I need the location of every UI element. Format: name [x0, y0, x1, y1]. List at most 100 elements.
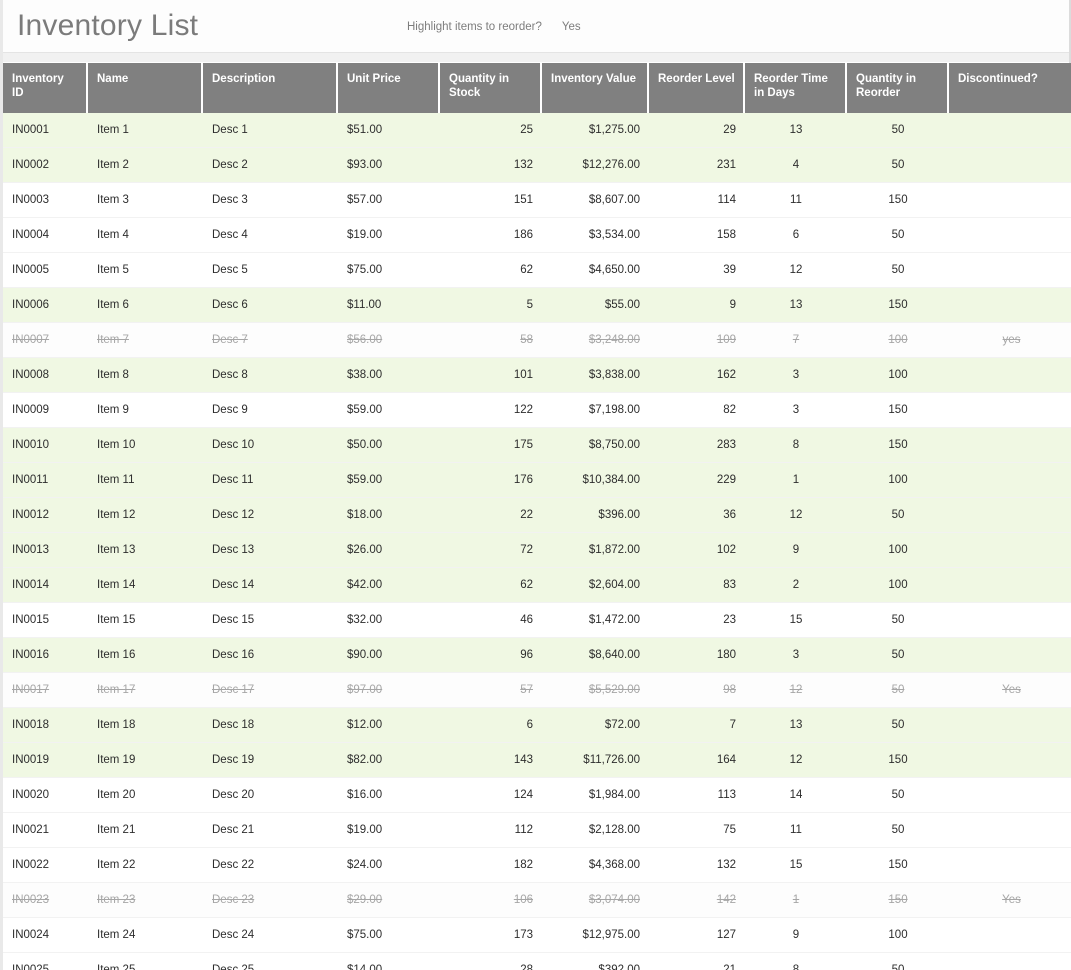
- table-row[interactable]: IN0004Item 4Desc 4$19.00186$3,534.001586…: [3, 218, 1071, 253]
- cell-discontinued: [949, 218, 1071, 253]
- column-header-reorder-time-in-days[interactable]: Reorder Time in Days: [745, 63, 847, 113]
- cell-unit-price: $50.00: [338, 428, 440, 463]
- table-row[interactable]: IN0014Item 14Desc 14$42.0062$2,604.00832…: [3, 568, 1071, 603]
- table-row[interactable]: IN0010Item 10Desc 10$50.00175$8,750.0028…: [3, 428, 1071, 463]
- cell-quantity-in-stock: 96: [440, 638, 542, 673]
- highlight-reorder-control[interactable]: Highlight items to reorder? Yes: [407, 21, 581, 33]
- cell-inventory-id: IN0022: [3, 848, 88, 883]
- cell-inventory-id: IN0013: [3, 533, 88, 568]
- table-row[interactable]: IN0015Item 15Desc 15$32.0046$1,472.00231…: [3, 603, 1071, 638]
- cell-discontinued: [949, 288, 1071, 323]
- cell-discontinued: [949, 498, 1071, 533]
- cell-quantity-in-stock: 112: [440, 813, 542, 848]
- cell-quantity-in-stock: 176: [440, 463, 542, 498]
- cell-name: Item 25: [88, 953, 203, 970]
- cell-inventory-value: $3,838.00: [542, 358, 649, 393]
- table-row[interactable]: IN0006Item 6Desc 6$11.005$55.00913150: [3, 288, 1071, 323]
- table-row[interactable]: IN0003Item 3Desc 3$57.00151$8,607.001141…: [3, 183, 1071, 218]
- cell-unit-price: $42.00: [338, 568, 440, 603]
- cell-description: Desc 5: [203, 253, 338, 288]
- cell-inventory-value: $1,472.00: [542, 603, 649, 638]
- cell-discontinued: Yes: [949, 673, 1071, 708]
- table-row[interactable]: IN0020Item 20Desc 20$16.00124$1,984.0011…: [3, 778, 1071, 813]
- cell-reorder-level: 29: [649, 113, 745, 148]
- cell-description: Desc 9: [203, 393, 338, 428]
- cell-reorder-time-in-days: 13: [745, 708, 847, 743]
- cell-unit-price: $32.00: [338, 603, 440, 638]
- table-row[interactable]: IN0012Item 12Desc 12$18.0022$396.0036125…: [3, 498, 1071, 533]
- column-header-reorder-level[interactable]: Reorder Level: [649, 63, 745, 113]
- table-row[interactable]: IN0018Item 18Desc 18$12.006$72.0071350: [3, 708, 1071, 743]
- cell-inventory-id: IN0023: [3, 883, 88, 918]
- cell-discontinued: [949, 953, 1071, 970]
- table-row[interactable]: IN0009Item 9Desc 9$59.00122$7,198.008231…: [3, 393, 1071, 428]
- cell-description: Desc 17: [203, 673, 338, 708]
- cell-inventory-value: $2,604.00: [542, 568, 649, 603]
- cell-quantity-in-stock: 6: [440, 708, 542, 743]
- table-row[interactable]: IN0008Item 8Desc 8$38.00101$3,838.001623…: [3, 358, 1071, 393]
- table-row[interactable]: IN0017Item 17Desc 17$97.0057$5,529.00981…: [3, 673, 1071, 708]
- cell-name: Item 3: [88, 183, 203, 218]
- cell-reorder-time-in-days: 15: [745, 848, 847, 883]
- cell-reorder-level: 75: [649, 813, 745, 848]
- cell-inventory-value: $72.00: [542, 708, 649, 743]
- table-row[interactable]: IN0022Item 22Desc 22$24.00182$4,368.0013…: [3, 848, 1071, 883]
- table-row[interactable]: IN0011Item 11Desc 11$59.00176$10,384.002…: [3, 463, 1071, 498]
- cell-inventory-value: $11,726.00: [542, 743, 649, 778]
- column-header-quantity-in-reorder[interactable]: Quantity in Reorder: [847, 63, 949, 113]
- header-divider: [3, 52, 1069, 63]
- highlight-reorder-label: Highlight items to reorder?: [407, 21, 542, 33]
- cell-quantity-in-stock: 28: [440, 953, 542, 970]
- column-header-discontinued[interactable]: Discontinued?: [949, 63, 1071, 113]
- cell-inventory-value: $12,975.00: [542, 918, 649, 953]
- column-header-description[interactable]: Description: [203, 63, 338, 113]
- table-row[interactable]: IN0001Item 1Desc 1$51.0025$1,275.0029135…: [3, 113, 1071, 148]
- column-header-inventory-value[interactable]: Inventory Value: [542, 63, 649, 113]
- cell-discontinued: [949, 603, 1071, 638]
- cell-quantity-in-reorder: 50: [847, 708, 949, 743]
- cell-unit-price: $56.00: [338, 323, 440, 358]
- table-row[interactable]: IN0016Item 16Desc 16$90.0096$8,640.00180…: [3, 638, 1071, 673]
- cell-reorder-level: 142: [649, 883, 745, 918]
- column-header-quantity-in-stock[interactable]: Quantity in Stock: [440, 63, 542, 113]
- table-row[interactable]: IN0013Item 13Desc 13$26.0072$1,872.00102…: [3, 533, 1071, 568]
- table-row[interactable]: IN0005Item 5Desc 5$75.0062$4,650.0039125…: [3, 253, 1071, 288]
- cell-name: Item 9: [88, 393, 203, 428]
- highlight-reorder-value[interactable]: Yes: [562, 21, 581, 33]
- cell-unit-price: $75.00: [338, 253, 440, 288]
- table-row[interactable]: IN0002Item 2Desc 2$93.00132$12,276.00231…: [3, 148, 1071, 183]
- table-row[interactable]: IN0024Item 24Desc 24$75.00173$12,975.001…: [3, 918, 1071, 953]
- table-row[interactable]: IN0025Item 25Desc 25$14.0028$392.0021850: [3, 953, 1071, 970]
- table-row[interactable]: IN0007Item 7Desc 7$56.0058$3,248.0010971…: [3, 323, 1071, 358]
- cell-description: Desc 21: [203, 813, 338, 848]
- cell-unit-price: $59.00: [338, 393, 440, 428]
- table-row[interactable]: IN0023Item 23Desc 23$29.00106$3,074.0014…: [3, 883, 1071, 918]
- cell-reorder-level: 83: [649, 568, 745, 603]
- cell-reorder-time-in-days: 14: [745, 778, 847, 813]
- cell-description: Desc 11: [203, 463, 338, 498]
- cell-unit-price: $24.00: [338, 848, 440, 883]
- column-header-name[interactable]: Name: [88, 63, 203, 113]
- table-row[interactable]: IN0021Item 21Desc 21$19.00112$2,128.0075…: [3, 813, 1071, 848]
- cell-name: Item 10: [88, 428, 203, 463]
- column-header-unit-price[interactable]: Unit Price: [338, 63, 440, 113]
- cell-name: Item 14: [88, 568, 203, 603]
- cell-description: Desc 4: [203, 218, 338, 253]
- cell-name: Item 13: [88, 533, 203, 568]
- cell-quantity-in-stock: 182: [440, 848, 542, 883]
- cell-unit-price: $57.00: [338, 183, 440, 218]
- cell-inventory-value: $5,529.00: [542, 673, 649, 708]
- cell-reorder-time-in-days: 12: [745, 498, 847, 533]
- cell-quantity-in-reorder: 100: [847, 533, 949, 568]
- cell-inventory-id: IN0010: [3, 428, 88, 463]
- cell-reorder-level: 102: [649, 533, 745, 568]
- column-header-inventory-id[interactable]: Inventory ID: [3, 63, 88, 113]
- cell-reorder-level: 164: [649, 743, 745, 778]
- cell-reorder-time-in-days: 1: [745, 463, 847, 498]
- cell-inventory-id: IN0019: [3, 743, 88, 778]
- cell-reorder-time-in-days: 8: [745, 953, 847, 970]
- cell-reorder-time-in-days: 15: [745, 603, 847, 638]
- table-row[interactable]: IN0019Item 19Desc 19$82.00143$11,726.001…: [3, 743, 1071, 778]
- cell-discontinued: yes: [949, 323, 1071, 358]
- cell-name: Item 18: [88, 708, 203, 743]
